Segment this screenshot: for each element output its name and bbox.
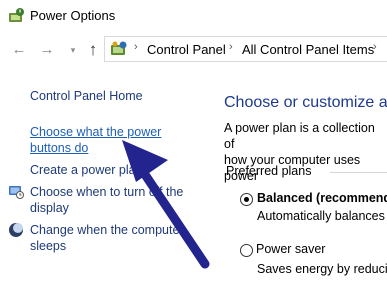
control-panel-icon	[110, 41, 128, 57]
breadcrumb-control-panel[interactable]: Control Panel	[147, 42, 226, 57]
display-icon	[8, 184, 24, 200]
chevron-down-icon[interactable]: ▾	[64, 41, 82, 59]
preferred-plans-label: Preferred plans	[226, 164, 312, 178]
section-divider	[330, 172, 387, 173]
turn-off-display-link[interactable]: Choose when to turn off the display	[30, 184, 183, 216]
power-saver-plan-description: Saves energy by reducing	[257, 262, 387, 276]
page-heading: Choose or customize a p	[224, 94, 387, 111]
sleep-moon-icon	[8, 222, 24, 238]
breadcrumb-separator-icon: ›	[134, 41, 138, 53]
control-panel-home-link[interactable]: Control Panel Home	[30, 88, 143, 104]
breadcrumb-all-items[interactable]: All Control Panel Items	[242, 42, 374, 57]
power-buttons-link[interactable]: Choose what the power buttons do	[30, 124, 161, 156]
create-power-plan-link[interactable]: Create a power plan	[30, 162, 143, 178]
balanced-plan-name[interactable]: Balanced (recommende	[257, 191, 387, 205]
computer-sleeps-link[interactable]: Change when the computer sleeps	[30, 222, 184, 254]
up-arrow-icon[interactable]: ↑	[84, 41, 102, 59]
power-options-icon	[8, 7, 26, 25]
breadcrumb-separator-icon[interactable]: ›	[229, 41, 233, 53]
balanced-plan-description: Automatically balances p	[257, 209, 387, 223]
power-saver-radio[interactable]	[240, 244, 253, 257]
back-arrow-icon[interactable]: ←	[10, 41, 28, 59]
forward-arrow-icon[interactable]: →	[38, 41, 56, 59]
balanced-plan-radio[interactable]	[240, 193, 253, 206]
breadcrumb-separator-icon[interactable]: ›	[373, 41, 377, 53]
window-title: Power Options	[30, 8, 116, 23]
power-saver-plan-name[interactable]: Power saver	[256, 242, 325, 256]
